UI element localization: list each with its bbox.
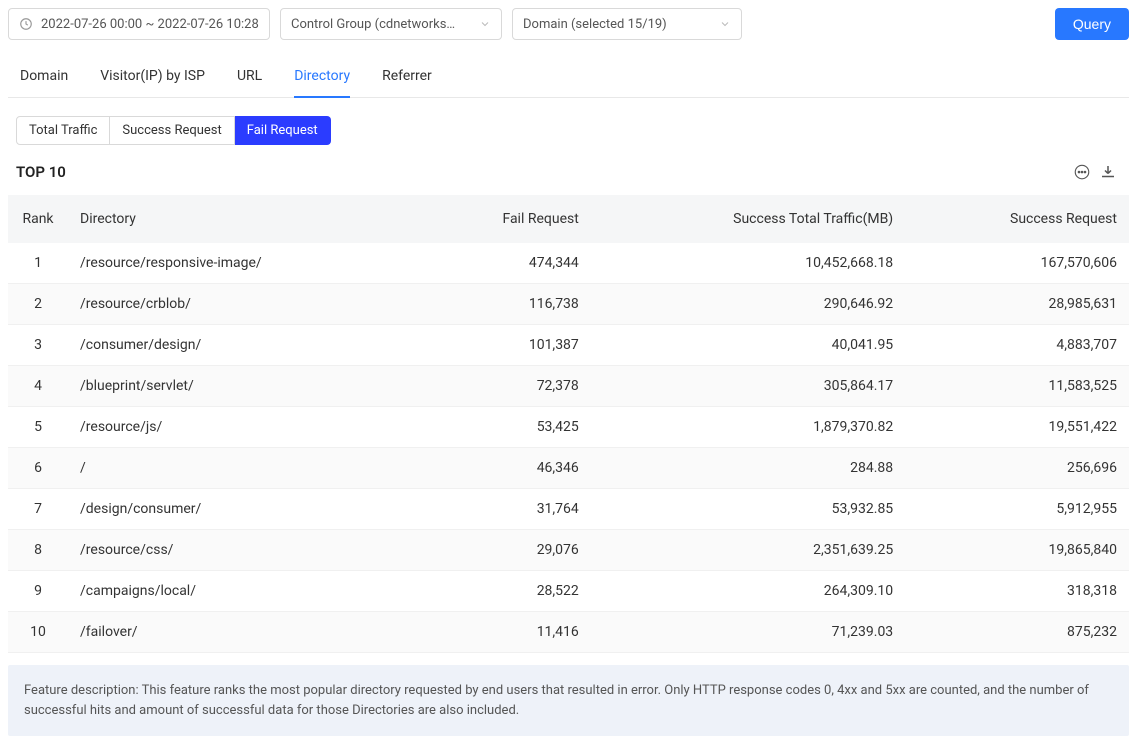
cell-rank: 3 [8, 325, 68, 366]
ellipsis-icon [1073, 163, 1091, 181]
cell-traffic: 305,864.17 [591, 366, 905, 407]
cell-fail: 29,076 [419, 530, 590, 571]
cell-directory: /blueprint/servlet/ [68, 366, 419, 407]
cell-success: 19,551,422 [905, 407, 1129, 448]
clock-icon [19, 17, 33, 31]
cell-rank: 7 [8, 489, 68, 530]
control-group-label: Control Group (cdnetworks… [291, 17, 471, 32]
col-success-request: Success Request [905, 195, 1129, 243]
cell-fail: 31,764 [419, 489, 590, 530]
col-fail-request: Fail Request [419, 195, 590, 243]
cell-rank: 4 [8, 366, 68, 407]
cell-rank: 6 [8, 448, 68, 489]
cell-directory: /resource/crblob/ [68, 284, 419, 325]
section-title: TOP 10 [16, 163, 66, 181]
table-row[interactable]: 3/consumer/design/101,38740,041.954,883,… [8, 325, 1129, 366]
cell-traffic: 71,239.03 [591, 612, 905, 653]
cell-directory: /consumer/design/ [68, 325, 419, 366]
col-success-traffic: Success Total Traffic(MB) [591, 195, 905, 243]
download-icon [1099, 163, 1117, 181]
cell-fail: 53,425 [419, 407, 590, 448]
control-group-selector[interactable]: Control Group (cdnetworks… [280, 8, 502, 40]
cell-fail: 474,344 [419, 243, 590, 284]
cell-rank: 10 [8, 612, 68, 653]
table-row[interactable]: 6/46,346284.88256,696 [8, 448, 1129, 489]
query-button[interactable]: Query [1055, 8, 1129, 40]
subtab-success-request[interactable]: Success Request [110, 116, 234, 145]
cell-rank: 5 [8, 407, 68, 448]
cell-success: 875,232 [905, 612, 1129, 653]
tab-visitor-ip-by-isp[interactable]: Visitor(IP) by ISP [100, 58, 205, 98]
main-tabs: Domain Visitor(IP) by ISP URL Directory Refe… [8, 58, 1129, 98]
date-range-selector[interactable]: 2022-07-26 00:00 ~ 2022-07-26 10:28 [8, 8, 270, 40]
cell-rank: 9 [8, 571, 68, 612]
tab-domain[interactable]: Domain [20, 58, 68, 98]
table-row[interactable]: 8/resource/css/29,0762,351,639.2519,865,… [8, 530, 1129, 571]
subtab-total-traffic[interactable]: Total Traffic [16, 116, 110, 145]
domain-selector-label: Domain (selected 15/19) [523, 17, 711, 32]
tab-referrer[interactable]: Referrer [382, 58, 432, 98]
col-directory: Directory [68, 195, 419, 243]
col-rank: Rank [8, 195, 68, 243]
cell-rank: 1 [8, 243, 68, 284]
table-row[interactable]: 2/resource/crblob/116,738290,646.9228,98… [8, 284, 1129, 325]
cell-success: 28,985,631 [905, 284, 1129, 325]
cell-traffic: 53,932.85 [591, 489, 905, 530]
cell-directory: /failover/ [68, 612, 419, 653]
cell-traffic: 2,351,639.25 [591, 530, 905, 571]
domain-selector[interactable]: Domain (selected 15/19) [512, 8, 742, 40]
cell-fail: 116,738 [419, 284, 590, 325]
cell-rank: 8 [8, 530, 68, 571]
cell-directory: /campaigns/local/ [68, 571, 419, 612]
cell-traffic: 40,041.95 [591, 325, 905, 366]
table-row[interactable]: 1/resource/responsive-image/474,34410,45… [8, 243, 1129, 284]
cell-fail: 72,378 [419, 366, 590, 407]
cell-directory: /design/consumer/ [68, 489, 419, 530]
table-row[interactable]: 5/resource/js/53,4251,879,370.8219,551,4… [8, 407, 1129, 448]
cell-rank: 2 [8, 284, 68, 325]
more-options-button[interactable] [1069, 159, 1095, 185]
table-row[interactable]: 7/design/consumer/31,76453,932.855,912,9… [8, 489, 1129, 530]
data-table: Rank Directory Fail Request Success Tota… [8, 195, 1129, 653]
table-row[interactable]: 9/campaigns/local/28,522264,309.10318,31… [8, 571, 1129, 612]
table-row[interactable]: 4/blueprint/servlet/72,378305,864.1711,5… [8, 366, 1129, 407]
feature-description: Feature description: This feature ranks … [8, 665, 1129, 736]
cell-traffic: 264,309.10 [591, 571, 905, 612]
chevron-down-icon [719, 18, 731, 30]
cell-success: 5,912,955 [905, 489, 1129, 530]
cell-fail: 101,387 [419, 325, 590, 366]
cell-directory: / [68, 448, 419, 489]
cell-fail: 28,522 [419, 571, 590, 612]
cell-success: 318,318 [905, 571, 1129, 612]
cell-success: 256,696 [905, 448, 1129, 489]
date-range-label: 2022-07-26 00:00 ~ 2022-07-26 10:28 [41, 17, 259, 32]
cell-traffic: 290,646.92 [591, 284, 905, 325]
tab-directory[interactable]: Directory [294, 58, 350, 98]
cell-traffic: 10,452,668.18 [591, 243, 905, 284]
subtab-fail-request[interactable]: Fail Request [235, 116, 331, 145]
chevron-down-icon [479, 18, 491, 30]
cell-fail: 46,346 [419, 448, 590, 489]
cell-success: 167,570,606 [905, 243, 1129, 284]
cell-success: 19,865,840 [905, 530, 1129, 571]
cell-directory: /resource/css/ [68, 530, 419, 571]
cell-directory: /resource/js/ [68, 407, 419, 448]
table-row[interactable]: 10/failover/11,41671,239.03875,232 [8, 612, 1129, 653]
cell-traffic: 284.88 [591, 448, 905, 489]
tab-url[interactable]: URL [237, 58, 262, 98]
cell-success: 11,583,525 [905, 366, 1129, 407]
cell-fail: 11,416 [419, 612, 590, 653]
subtabs: Total TrafficSuccess RequestFail Request [16, 116, 1129, 145]
download-button[interactable] [1095, 159, 1121, 185]
cell-success: 4,883,707 [905, 325, 1129, 366]
cell-traffic: 1,879,370.82 [591, 407, 905, 448]
cell-directory: /resource/responsive-image/ [68, 243, 419, 284]
